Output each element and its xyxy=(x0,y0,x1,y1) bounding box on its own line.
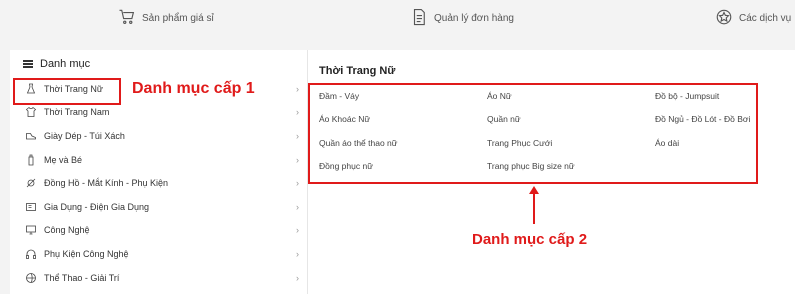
star-badge-icon xyxy=(715,8,733,29)
panel-title: Thời Trang Nữ xyxy=(319,65,396,77)
subcategory-link[interactable]: Trang Phục Cưới xyxy=(487,138,552,148)
chevron-right-icon: › xyxy=(296,154,299,165)
ball-icon xyxy=(24,271,38,285)
nav-wholesale-products[interactable]: Sản phẩm giá sỉ xyxy=(118,8,214,29)
chevron-right-icon: › xyxy=(296,178,299,189)
annotation-level1: Danh mục cấp 1 xyxy=(132,80,255,97)
nav-order-management[interactable]: Quản lý đơn hàng xyxy=(410,8,514,29)
sidebar-item-cong-nghe[interactable]: Công Nghệ › xyxy=(10,219,307,243)
sidebar-item-gia-dung[interactable]: Gia Dụng - Điện Gia Dụng › xyxy=(10,195,307,219)
annotation-level2: Danh mục cấp 2 xyxy=(472,231,588,248)
chevron-right-icon: › xyxy=(296,248,299,259)
nav-label: Sản phẩm giá sỉ xyxy=(142,13,214,24)
subcategory-link[interactable]: Áo Khoác Nữ xyxy=(319,114,370,124)
menu-icon xyxy=(23,59,33,68)
nav-label: Các dịch vụ xyxy=(739,13,792,24)
sidebar-title: Danh mục xyxy=(40,57,91,70)
subcategory-link[interactable]: Quần áo thể thao nữ xyxy=(319,138,397,148)
chevron-right-icon: › xyxy=(296,201,299,212)
sidebar-item-dong-ho[interactable]: Đồng Hồ - Mắt Kính - Phụ Kiện › xyxy=(10,171,307,195)
shoe-icon xyxy=(24,129,38,143)
watch-icon xyxy=(24,176,38,190)
chevron-right-icon: › xyxy=(296,107,299,118)
sidebar-item-label: Thời Trang Nam xyxy=(44,107,110,118)
headphones-icon xyxy=(24,247,38,261)
sidebar-item-label: Mẹ và Bé xyxy=(44,154,83,165)
cart-icon xyxy=(118,8,136,29)
annotation-arrow xyxy=(529,186,539,224)
level1-highlight-box xyxy=(13,78,121,105)
sidebar-item-label: Phụ Kiện Công Nghệ xyxy=(44,248,129,259)
sidebar-header: Danh mục xyxy=(10,50,307,77)
subcategory-link[interactable]: Quần nữ xyxy=(487,114,521,124)
sidebar-item-giay-dep[interactable]: Giày Dép - Túi Xách › xyxy=(10,124,307,148)
monitor-icon xyxy=(24,223,38,237)
sidebar-item-phu-kien-cong-nghe[interactable]: Phụ Kiện Công Nghệ › xyxy=(10,242,307,266)
sidebar-item-label: Thể Thao - Giải Trí xyxy=(44,272,120,283)
subcategory-link[interactable]: Áo Nữ xyxy=(487,91,512,101)
subcategory-link[interactable]: Đồng phục nữ xyxy=(319,161,373,171)
nav-label: Quản lý đơn hàng xyxy=(434,13,514,24)
nav-services[interactable]: Các dịch vụ xyxy=(715,8,791,29)
chevron-right-icon: › xyxy=(296,83,299,94)
baby-bottle-icon xyxy=(24,153,38,167)
document-icon xyxy=(410,8,428,29)
subcategory-link[interactable]: Đồ Ngủ - Đồ Lót - Đồ Bơi xyxy=(655,114,750,124)
chevron-right-icon: › xyxy=(296,130,299,141)
top-navigation: Sản phẩm giá sỉ Quản lý đơn hàng Các dịc… xyxy=(0,0,795,38)
subcategory-link[interactable]: Đầm - Váy xyxy=(319,91,359,101)
sidebar-item-label: Giày Dép - Túi Xách xyxy=(44,130,125,141)
shirt-icon xyxy=(24,105,38,119)
sidebar-item-me-va-be[interactable]: Mẹ và Bé › xyxy=(10,148,307,172)
subcategory-link[interactable]: Áo dài xyxy=(655,138,679,148)
chevron-right-icon: › xyxy=(296,225,299,236)
chevron-right-icon: › xyxy=(296,272,299,283)
sidebar-item-label: Đồng Hồ - Mắt Kính - Phụ Kiện xyxy=(44,178,169,189)
sidebar-item-label: Gia Dụng - Điện Gia Dụng xyxy=(44,201,150,212)
sidebar-item-label: Công Nghệ xyxy=(44,225,90,236)
subcategory-link[interactable]: Trang phục Big size nữ xyxy=(487,161,575,171)
subcategory-link[interactable]: Đồ bộ - Jumpsuit xyxy=(655,91,719,101)
subcategory-panel: Thời Trang Nữ Đầm - Váy Áo Nữ Đồ bộ - Ju… xyxy=(308,50,795,294)
appliance-icon xyxy=(24,200,38,214)
sidebar-item-the-thao[interactable]: Thể Thao - Giải Trí › xyxy=(10,266,307,290)
